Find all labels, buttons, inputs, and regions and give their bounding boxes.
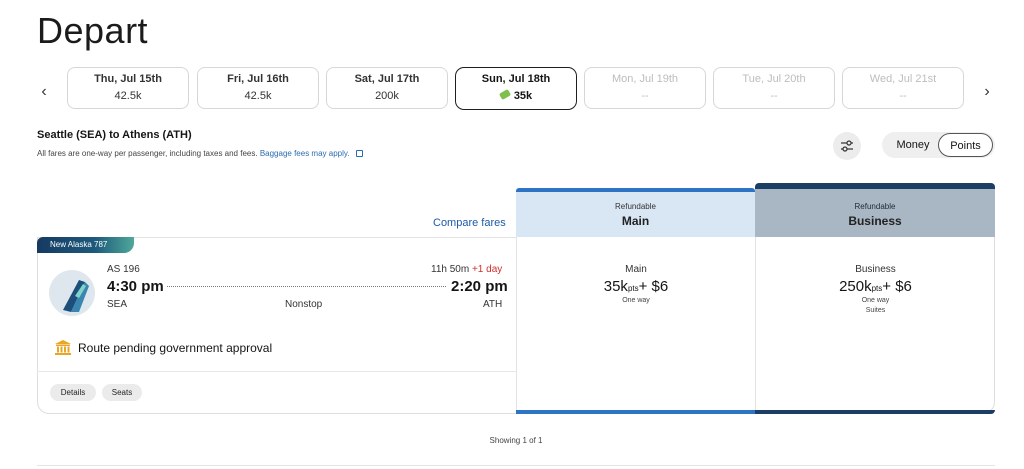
date-card-jul-21: Wed, Jul 21st -- bbox=[842, 67, 964, 109]
date-price: 35k bbox=[513, 90, 533, 102]
compare-fares-link[interactable]: Compare fares bbox=[433, 217, 506, 229]
date-card-jul-17[interactable]: Sat, Jul 17th 200k bbox=[326, 67, 448, 109]
arrival-time: 2:20 pm bbox=[451, 278, 508, 295]
main-fare-pts-unit: pts bbox=[627, 284, 639, 293]
stops-label: Nonstop bbox=[285, 299, 323, 310]
fare-note: All fares are one-way per passenger, inc… bbox=[37, 149, 363, 158]
business-fare-price: 250kpts+ $6 bbox=[756, 278, 995, 295]
business-fare-note: One way bbox=[861, 297, 890, 304]
seats-button[interactable]: Seats bbox=[102, 384, 142, 401]
departure-time: 4:30 pm bbox=[107, 278, 164, 295]
main-fare-cash: + $6 bbox=[638, 278, 669, 295]
date-label: Fri, Jul 16th bbox=[227, 73, 289, 85]
baggage-fees-link[interactable]: Baggage fees may apply. bbox=[260, 149, 350, 158]
main-fare-accent bbox=[516, 410, 755, 414]
origin-code: SEA bbox=[107, 299, 128, 310]
business-cabin-label: Business bbox=[848, 214, 902, 228]
bottom-divider bbox=[37, 465, 995, 466]
route-title: Seattle (SEA) to Athens (ATH) bbox=[37, 129, 192, 141]
aircraft-badge: New Alaska 787 bbox=[37, 237, 134, 253]
filter-button[interactable] bbox=[833, 132, 861, 160]
date-price: -- bbox=[899, 90, 907, 102]
business-fare-name: Business bbox=[855, 264, 896, 275]
money-option[interactable]: Money bbox=[887, 132, 939, 158]
date-card-jul-16[interactable]: Fri, Jul 16th 42.5k bbox=[197, 67, 319, 109]
business-fare-accent bbox=[755, 410, 995, 414]
business-fare-points: 250k bbox=[839, 278, 872, 295]
business-refundable-label: Refundable bbox=[854, 202, 896, 211]
flight-number: AS 196 bbox=[107, 264, 140, 275]
route-dotted-line bbox=[167, 286, 446, 287]
business-fare-cash: + $6 bbox=[882, 278, 912, 295]
government-building-icon bbox=[55, 340, 71, 355]
date-price: 42.5k bbox=[114, 90, 142, 102]
main-fare-name: Main bbox=[625, 264, 647, 275]
chevron-right-icon[interactable]: › bbox=[977, 84, 997, 100]
date-price: 42.5k bbox=[244, 90, 272, 102]
external-link-icon[interactable] bbox=[355, 150, 363, 157]
date-card-jul-20: Tue, Jul 20th -- bbox=[713, 67, 835, 109]
date-price: 200k bbox=[375, 90, 399, 102]
main-fare-points: 35k bbox=[603, 278, 628, 295]
money-points-toggle: Money Points bbox=[882, 132, 995, 158]
chevron-left-icon[interactable]: ‹ bbox=[34, 84, 54, 100]
date-price: -- bbox=[641, 90, 649, 102]
airline-logo bbox=[49, 270, 95, 316]
main-refundable-label: Refundable bbox=[615, 202, 656, 211]
duration-text: 11h 50m bbox=[431, 264, 470, 275]
business-fare-extra: Suites bbox=[865, 307, 886, 314]
business-fare-header[interactable]: Refundable Business bbox=[755, 183, 995, 237]
date-card-jul-18[interactable]: Sun, Jul 18th 35k bbox=[455, 67, 577, 110]
business-fare-pts-unit: pts bbox=[871, 284, 883, 293]
date-price-row: 35k bbox=[456, 88, 576, 102]
main-fare-price: 35kpts+ $6 bbox=[517, 278, 755, 295]
main-fare-header[interactable]: Refundable Main bbox=[516, 188, 755, 237]
date-label: Mon, Jul 19th bbox=[611, 73, 679, 85]
route-approval-notice: Route pending government approval bbox=[78, 341, 273, 355]
date-label: Wed, Jul 21st bbox=[869, 73, 937, 85]
points-option[interactable]: Points bbox=[938, 133, 993, 157]
date-label: Sat, Jul 17th bbox=[354, 73, 420, 85]
date-label: Sun, Jul 18th bbox=[481, 73, 551, 85]
alaska-tail-icon bbox=[63, 280, 89, 312]
date-label: Tue, Jul 20th bbox=[742, 73, 806, 85]
details-button[interactable]: Details bbox=[50, 384, 96, 401]
destination-code: ATH bbox=[483, 299, 503, 310]
fare-note-text: All fares are one-way per passenger, inc… bbox=[37, 149, 258, 158]
main-fare-cell[interactable]: Main 35kpts+ $6 One way bbox=[516, 237, 755, 414]
date-card-jul-15[interactable]: Thu, Jul 15th 42.5k bbox=[67, 67, 189, 109]
day-offset: +1 day bbox=[471, 264, 503, 275]
card-divider bbox=[37, 371, 516, 372]
main-cabin-label: Main bbox=[621, 214, 650, 228]
main-fare-note: One way bbox=[622, 297, 650, 304]
date-label: Thu, Jul 15th bbox=[94, 73, 162, 85]
price-tag-icon bbox=[498, 88, 511, 101]
sliders-icon bbox=[841, 140, 853, 152]
date-card-jul-19: Mon, Jul 19th -- bbox=[584, 67, 706, 109]
page-title: Depart bbox=[37, 10, 149, 51]
results-count: Showing 1 of 1 bbox=[489, 436, 543, 445]
date-price: -- bbox=[770, 90, 778, 102]
business-fare-cell[interactable]: Business 250kpts+ $6 One way Suites bbox=[755, 237, 995, 414]
flight-duration: 11h 50m +1 day bbox=[431, 264, 502, 275]
